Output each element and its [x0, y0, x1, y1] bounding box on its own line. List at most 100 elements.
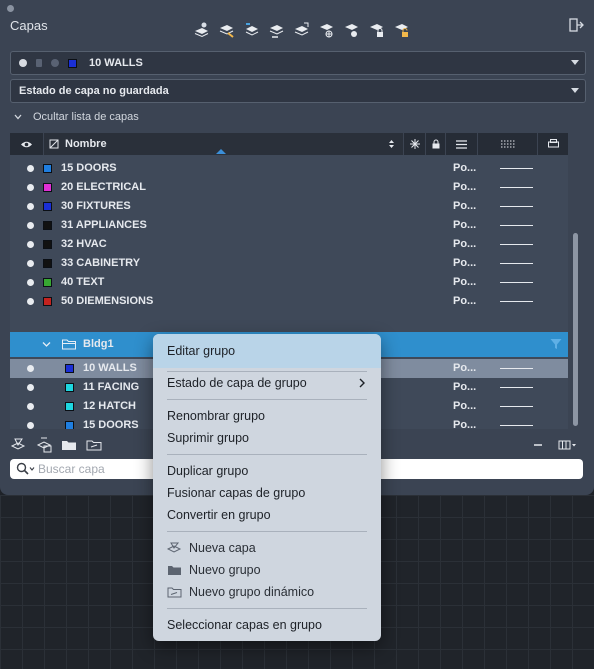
column-visibility[interactable]	[10, 133, 44, 155]
layer-linetype-preview[interactable]	[500, 244, 533, 245]
layer-on-icon[interactable]	[27, 203, 34, 210]
layer-color-swatch[interactable]	[43, 297, 52, 306]
unlock-layer-icon[interactable]	[392, 20, 411, 39]
menu-item-duplicate-group[interactable]: Duplicar grupo	[167, 462, 248, 480]
layer-plot-style[interactable]: Po...	[453, 200, 476, 212]
layer-on-icon[interactable]	[27, 260, 34, 267]
layer-on-icon[interactable]	[27, 422, 34, 429]
layer-on-icon[interactable]	[27, 222, 34, 229]
menu-item-convert-to-group[interactable]: Convertir en grupo	[167, 506, 271, 524]
layer-plot-style[interactable]: Po...	[453, 162, 476, 174]
layer-color-swatch[interactable]	[65, 402, 74, 411]
scrollbar-thumb[interactable]	[573, 233, 578, 426]
layer-row[interactable]: 30 FIXTURES Po...	[10, 197, 568, 216]
layer-color-swatch[interactable]	[43, 202, 52, 211]
filter-icon[interactable]	[550, 338, 562, 350]
layer-row[interactable]: 33 CABINETRY Po...	[10, 254, 568, 273]
layer-color-swatch[interactable]	[43, 278, 52, 287]
new-layer-icon[interactable]	[10, 437, 26, 453]
column-freeze[interactable]	[404, 133, 426, 155]
layer-row[interactable]: 20 ELECTRICAL Po...	[10, 178, 568, 197]
layer-row[interactable]: 32 HVAC Po...	[10, 235, 568, 254]
layer-linetype-preview[interactable]	[500, 425, 533, 426]
column-linetype[interactable]	[478, 133, 538, 155]
layer-on-icon[interactable]	[27, 279, 34, 286]
layer-color-swatch[interactable]	[65, 383, 74, 392]
layer-row[interactable]: 31 APPLIANCES Po...	[10, 216, 568, 235]
menu-item-merge-group-layers[interactable]: Fusionar capas de grupo	[167, 484, 305, 502]
layer-plot-style[interactable]: Po...	[453, 238, 476, 250]
layer-color-swatch[interactable]	[43, 221, 52, 230]
layer-plot-style[interactable]: Po...	[453, 276, 476, 288]
layer-linetype-preview[interactable]	[500, 168, 533, 169]
dock-panel-icon[interactable]	[568, 17, 584, 33]
menu-item-delete-group[interactable]: Suprimir grupo	[167, 429, 249, 447]
layer-properties-icon[interactable]	[192, 20, 211, 39]
set-current-layer-icon[interactable]	[217, 20, 236, 39]
layer-linetype-preview[interactable]	[500, 263, 533, 264]
column-lock[interactable]	[426, 133, 446, 155]
chevron-down-icon[interactable]	[42, 340, 51, 349]
menu-item-new-layer[interactable]: Nueva capa	[167, 539, 256, 557]
layer-row[interactable]: 40 TEXT Po...	[10, 273, 568, 292]
lock-layer-icon[interactable]	[367, 20, 386, 39]
menu-item-new-dynamic-group[interactable]: Nuevo grupo dinámico	[167, 583, 314, 601]
layer-row[interactable]: 15 DOORS Po...	[10, 159, 568, 178]
layer-off-icon[interactable]	[342, 20, 361, 39]
menu-item-label: Renombrar grupo	[167, 409, 265, 423]
linetype-icon	[500, 140, 515, 148]
palette-grip-icon[interactable]	[7, 5, 14, 12]
change-to-current-layer-icon[interactable]	[292, 20, 311, 39]
layer-on-icon[interactable]	[27, 165, 34, 172]
layer-linetype-preview[interactable]	[500, 225, 533, 226]
layer-plot-style[interactable]: Po...	[453, 181, 476, 193]
layer-plot-style[interactable]: Po...	[453, 400, 476, 412]
layer-plot-style[interactable]: Po...	[453, 257, 476, 269]
layer-color-swatch[interactable]	[43, 183, 52, 192]
layer-linetype-preview[interactable]	[500, 282, 533, 283]
hide-layer-list-toggle[interactable]: Ocultar lista de capas	[14, 111, 139, 123]
previous-layer-icon[interactable]	[242, 20, 261, 39]
layer-plot-style[interactable]: Po...	[453, 362, 476, 374]
layer-on-icon[interactable]	[27, 184, 34, 191]
menu-item-new-group[interactable]: Nuevo grupo	[167, 561, 261, 579]
sort-updown-icon	[389, 140, 394, 148]
new-group-icon[interactable]	[61, 437, 77, 453]
menu-item-group-layer-state[interactable]: Estado de capa de grupo	[167, 374, 307, 392]
layer-on-icon[interactable]	[27, 241, 34, 248]
layer-on-icon[interactable]	[27, 384, 34, 391]
column-lineweight[interactable]	[446, 133, 478, 155]
layer-on-icon[interactable]	[27, 298, 34, 305]
collapse-icon[interactable]	[530, 437, 546, 453]
current-layer-dropdown[interactable]: 10 WALLS	[10, 51, 586, 75]
match-layer-icon[interactable]	[267, 20, 286, 39]
menu-item-select-layers-in-group[interactable]: Seleccionar capas en grupo	[167, 616, 322, 634]
new-dynamic-group-icon[interactable]	[86, 437, 102, 453]
menu-item-edit-group[interactable]: Editar grupo	[167, 342, 235, 360]
layer-color-swatch[interactable]	[65, 421, 74, 429]
layer-row[interactable]: 50 DIEMENSIONS Po...	[10, 292, 568, 311]
layer-color-swatch[interactable]	[65, 364, 74, 373]
layer-state-dropdown[interactable]: Estado de capa no guardada	[10, 79, 586, 103]
new-layer-vp-frozen-icon[interactable]	[36, 437, 52, 453]
layer-plot-style[interactable]: Po...	[453, 295, 476, 307]
layer-on-icon[interactable]	[27, 365, 34, 372]
layer-linetype-preview[interactable]	[500, 187, 533, 188]
menu-item-rename-group[interactable]: Renombrar grupo	[167, 407, 265, 425]
layer-plot-style[interactable]: Po...	[453, 419, 476, 429]
layer-plot-style[interactable]: Po...	[453, 381, 476, 393]
layer-linetype-preview[interactable]	[500, 206, 533, 207]
column-settings-icon[interactable]	[558, 437, 578, 453]
layer-linetype-preview[interactable]	[500, 368, 533, 369]
layer-linetype-preview[interactable]	[500, 387, 533, 388]
layer-color-swatch[interactable]	[43, 240, 52, 249]
current-layer-color-swatch	[68, 58, 77, 68]
freeze-layer-icon[interactable]	[317, 20, 336, 39]
layer-linetype-preview[interactable]	[500, 406, 533, 407]
layer-linetype-preview[interactable]	[500, 301, 533, 302]
column-plot[interactable]	[538, 133, 568, 155]
layer-on-icon[interactable]	[27, 403, 34, 410]
layer-color-swatch[interactable]	[43, 259, 52, 268]
layer-plot-style[interactable]: Po...	[453, 219, 476, 231]
layer-color-swatch[interactable]	[43, 164, 52, 173]
